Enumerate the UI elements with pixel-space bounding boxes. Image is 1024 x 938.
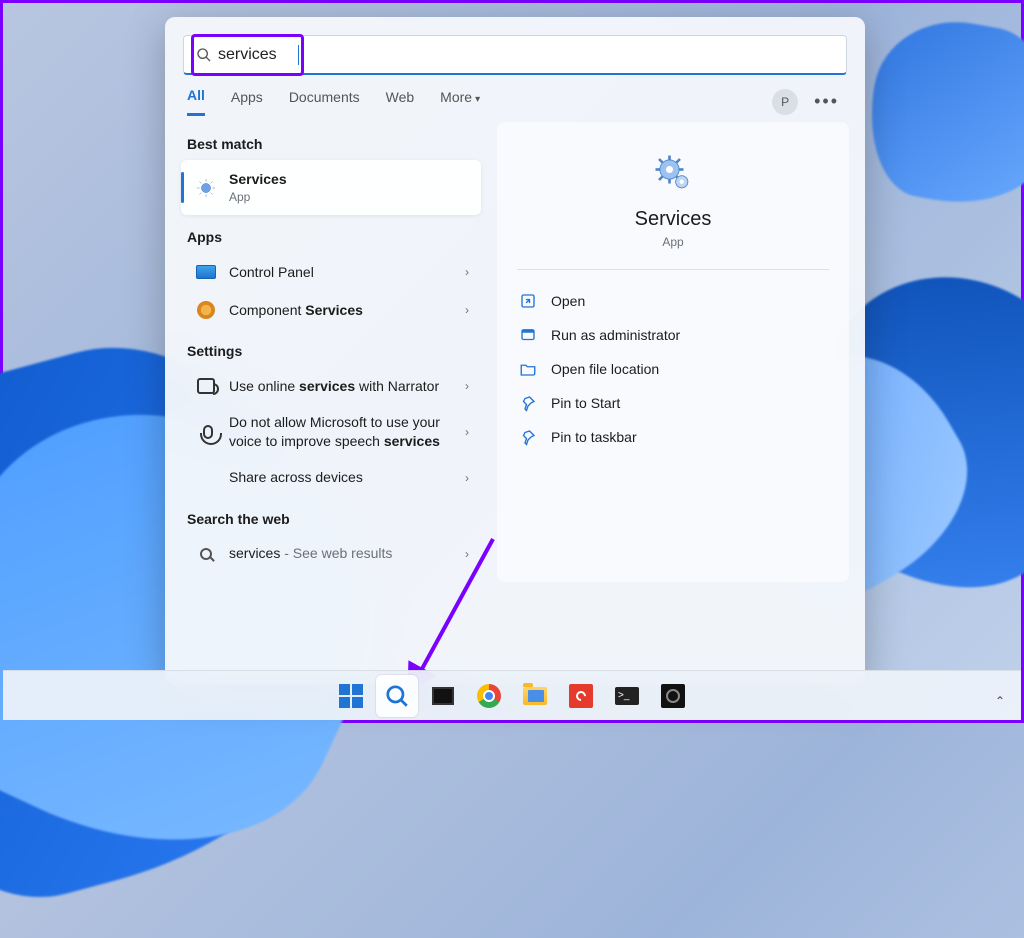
more-options-button[interactable]: ••• bbox=[810, 91, 843, 112]
tab-documents[interactable]: Documents bbox=[289, 89, 360, 115]
result-best-match[interactable]: Services App bbox=[181, 160, 481, 215]
taskbar: >_ ⌃ bbox=[3, 670, 1021, 720]
action-pin-start[interactable]: Pin to Start bbox=[517, 386, 829, 420]
result-title: services - See web results bbox=[229, 544, 465, 563]
action-label: Run as administrator bbox=[551, 327, 680, 343]
chrome-icon bbox=[477, 684, 501, 708]
folder-icon bbox=[523, 687, 547, 705]
search-icon bbox=[195, 543, 217, 565]
blank-icon bbox=[195, 467, 217, 489]
result-control-panel[interactable]: Control Panel › bbox=[181, 253, 481, 291]
microphone-icon bbox=[195, 421, 217, 443]
taskbar-tray-chevron[interactable]: ⌃ bbox=[995, 694, 1005, 708]
result-component-services[interactable]: Component Services › bbox=[181, 291, 481, 329]
taskbar-terminal-button[interactable]: >_ bbox=[606, 675, 648, 717]
chevron-down-icon: ▾ bbox=[475, 94, 480, 105]
taskbar-snip-button[interactable] bbox=[560, 675, 602, 717]
action-run-admin[interactable]: Run as administrator bbox=[517, 318, 829, 352]
taskbar-obs-button[interactable] bbox=[652, 675, 694, 717]
account-avatar[interactable]: P bbox=[772, 89, 798, 115]
shield-icon bbox=[519, 326, 537, 344]
tab-apps[interactable]: Apps bbox=[231, 89, 263, 115]
action-pin-taskbar[interactable]: Pin to taskbar bbox=[517, 420, 829, 454]
narrator-icon bbox=[195, 375, 217, 397]
services-gear-icon bbox=[195, 177, 217, 199]
preview-subtitle: App bbox=[517, 235, 829, 249]
search-input[interactable] bbox=[218, 46, 298, 64]
taskbar-start-button[interactable] bbox=[330, 675, 372, 717]
action-label: Pin to taskbar bbox=[551, 429, 637, 445]
wallpaper-shape bbox=[857, 9, 1024, 218]
tab-all[interactable]: All bbox=[187, 87, 205, 116]
search-icon bbox=[384, 683, 410, 709]
chevron-right-icon: › bbox=[465, 547, 475, 561]
chevron-right-icon: › bbox=[465, 471, 475, 485]
taskbar-chrome-button[interactable] bbox=[468, 675, 510, 717]
action-label: Open bbox=[551, 293, 585, 309]
result-share-devices[interactable]: Share across devices › bbox=[181, 459, 481, 497]
result-title: Use online services with Narrator bbox=[229, 377, 465, 396]
control-panel-icon bbox=[195, 261, 217, 283]
preview-title: Services bbox=[517, 208, 829, 231]
open-icon bbox=[519, 292, 537, 310]
services-gear-icon bbox=[652, 152, 694, 194]
section-label-apps: Apps bbox=[181, 215, 481, 253]
folder-icon bbox=[519, 360, 537, 378]
action-open-location[interactable]: Open file location bbox=[517, 352, 829, 386]
result-speech-services[interactable]: Do not allow Microsoft to use your voice… bbox=[181, 405, 481, 459]
result-subtitle: App bbox=[229, 189, 475, 205]
action-label: Pin to Start bbox=[551, 395, 620, 411]
chevron-right-icon: › bbox=[465, 303, 475, 317]
taskbar-search-button[interactable] bbox=[376, 675, 418, 717]
result-title: Control Panel bbox=[229, 263, 465, 282]
windows-icon bbox=[339, 684, 363, 708]
chevron-right-icon: › bbox=[465, 379, 475, 393]
component-services-icon bbox=[195, 299, 217, 321]
chevron-right-icon: › bbox=[465, 265, 475, 279]
pin-icon bbox=[519, 428, 537, 446]
section-label-best-match: Best match bbox=[181, 122, 481, 160]
result-title: Share across devices bbox=[229, 468, 465, 487]
action-open[interactable]: Open bbox=[517, 284, 829, 318]
search-bar-container bbox=[165, 17, 865, 75]
taskbar-file-explorer-button[interactable] bbox=[514, 675, 556, 717]
snip-icon bbox=[569, 684, 593, 708]
action-label: Open file location bbox=[551, 361, 659, 377]
filter-tabs: All Apps Documents Web More▾ P ••• bbox=[165, 75, 865, 116]
divider bbox=[517, 269, 829, 270]
text-cursor bbox=[298, 45, 299, 65]
result-web-search[interactable]: services - See web results › bbox=[181, 535, 481, 573]
section-label-settings: Settings bbox=[181, 329, 481, 367]
result-title: Do not allow Microsoft to use your voice… bbox=[229, 413, 465, 451]
result-title: Component Services bbox=[229, 301, 465, 320]
result-narrator-services[interactable]: Use online services with Narrator › bbox=[181, 367, 481, 405]
chevron-right-icon: › bbox=[465, 425, 475, 439]
results-column: Best match Services App Apps Control Pan… bbox=[181, 122, 491, 665]
search-flyout: All Apps Documents Web More▾ P ••• Best … bbox=[165, 17, 865, 685]
task-view-icon bbox=[432, 687, 454, 705]
taskbar-task-view-button[interactable] bbox=[422, 675, 464, 717]
annotation-highlight bbox=[191, 34, 304, 76]
tab-web[interactable]: Web bbox=[386, 89, 415, 115]
tab-more[interactable]: More▾ bbox=[440, 89, 480, 115]
preview-pane: Services App Open Run as administrator O… bbox=[497, 122, 849, 582]
search-box[interactable] bbox=[183, 35, 847, 75]
terminal-icon: >_ bbox=[615, 687, 639, 705]
section-label-web: Search the web bbox=[181, 497, 481, 535]
obs-icon bbox=[661, 684, 685, 708]
search-icon bbox=[196, 47, 212, 63]
result-title: Services bbox=[229, 171, 287, 187]
pin-icon bbox=[519, 394, 537, 412]
